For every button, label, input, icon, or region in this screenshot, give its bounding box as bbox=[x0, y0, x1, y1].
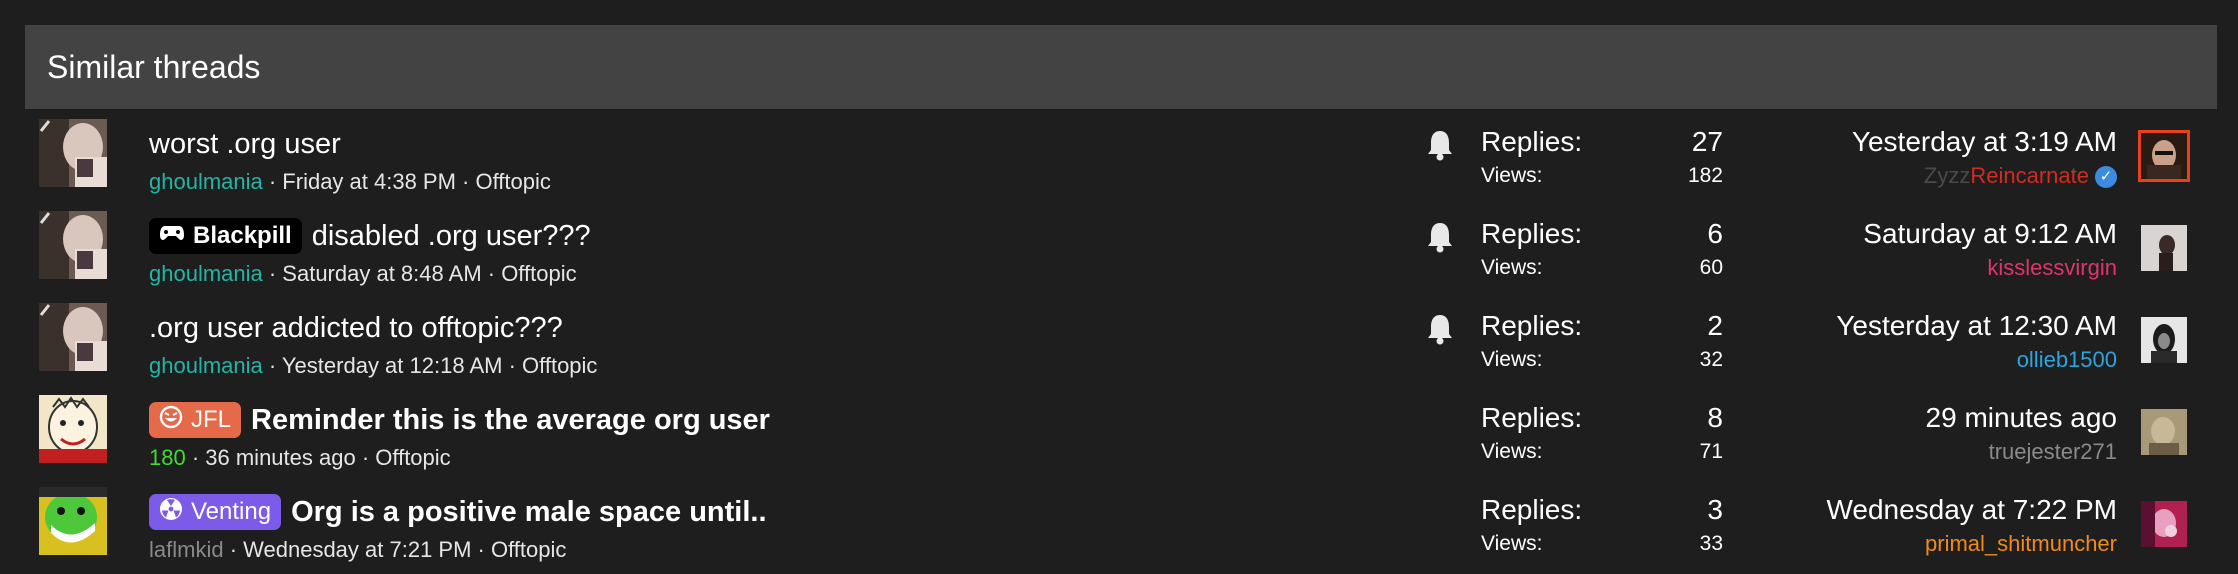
thread-title-link[interactable]: Reminder this is the average org user bbox=[251, 404, 770, 437]
latest-user-avatar[interactable] bbox=[2141, 317, 2187, 363]
replies-label: Replies: bbox=[1481, 494, 1583, 525]
replies-label: Replies: bbox=[1481, 310, 1583, 341]
thread-row[interactable]: .org user addicted to offtopic??? ghoulm… bbox=[25, 293, 2217, 385]
latest-post: Wednesday at 7:22 PM primal_shitmuncher bbox=[1826, 491, 2117, 559]
bell-icon bbox=[1425, 313, 1455, 345]
thread-meta: 180 · 36 minutes ago · Offtopic bbox=[149, 445, 1317, 471]
replies-count: 2 bbox=[1707, 310, 1723, 341]
thread-meta: ghoulmania · Friday at 4:38 PM · Offtopi… bbox=[149, 169, 1317, 195]
latest-date[interactable]: Wednesday at 7:22 PM bbox=[1826, 491, 2117, 529]
replies-label: Replies: bbox=[1481, 218, 1583, 249]
block-title: Similar threads bbox=[47, 48, 261, 85]
thread-meta-text: · 36 minutes ago · Offtopic bbox=[185, 445, 451, 470]
replies-label: Replies: bbox=[1481, 402, 1583, 433]
thread-meta-text: · Wednesday at 7:21 PM · Offtopic bbox=[223, 537, 567, 562]
similar-threads-block: Similar threads worst .org user ghoulman… bbox=[25, 25, 2217, 569]
thread-stats: Replies: 2 Views: 32 bbox=[1481, 307, 1723, 375]
replies-label: Replies: bbox=[1481, 126, 1583, 157]
views-label: Views: bbox=[1481, 164, 1543, 187]
views-count: 33 bbox=[1699, 532, 1723, 555]
prefix-label[interactable]: Blackpill bbox=[149, 218, 302, 254]
author-link[interactable]: ghoulmania bbox=[149, 169, 263, 194]
bell-icon bbox=[1425, 129, 1455, 161]
latest-user-avatar[interactable] bbox=[2141, 225, 2187, 271]
prefix-label[interactable]: Venting bbox=[149, 494, 282, 530]
thread-meta-text: · Saturday at 8:48 AM · Offtopic bbox=[262, 261, 577, 286]
latest-user-part1: Zyzz bbox=[1923, 163, 1971, 188]
views-count: 182 bbox=[1687, 164, 1723, 187]
author-link[interactable]: ghoulmania bbox=[149, 353, 263, 378]
thread-title-link[interactable]: Org is a positive male space until.. bbox=[291, 496, 766, 529]
thread-stats: Replies: 27 Views: 182 bbox=[1481, 123, 1723, 191]
replies-count: 6 bbox=[1707, 218, 1723, 249]
author-link[interactable]: 180 bbox=[149, 445, 186, 470]
radiation-icon bbox=[159, 497, 183, 528]
prefix-label[interactable]: JFL bbox=[149, 402, 242, 438]
latest-user-link[interactable]: ollieb1500 bbox=[1836, 345, 2117, 375]
views-label: Views: bbox=[1481, 256, 1543, 279]
thread-row[interactable]: Blackpill disabled .org user??? ghoulman… bbox=[25, 201, 2217, 293]
author-avatar[interactable] bbox=[39, 303, 107, 371]
thread-stats: Replies: 3 Views: 33 bbox=[1481, 491, 1723, 559]
thread-row[interactable]: worst .org user ghoulmania · Friday at 4… bbox=[25, 109, 2217, 201]
views-label: Views: bbox=[1481, 348, 1543, 371]
author-avatar[interactable] bbox=[39, 211, 107, 279]
gamepad-icon bbox=[159, 222, 185, 250]
prefix-text: Blackpill bbox=[193, 222, 292, 249]
latest-date[interactable]: Yesterday at 3:19 AM bbox=[1852, 123, 2117, 161]
thread-row[interactable]: JFL Reminder this is the average org use… bbox=[25, 385, 2217, 477]
thread-row[interactable]: Venting Org is a positive male space unt… bbox=[25, 477, 2217, 569]
thread-title-link[interactable]: worst .org user bbox=[149, 128, 341, 161]
latest-date[interactable]: 29 minutes ago bbox=[1926, 399, 2117, 437]
thread-meta-text: · Friday at 4:38 PM · Offtopic bbox=[262, 169, 551, 194]
latest-user-link[interactable]: truejester271 bbox=[1926, 437, 2117, 467]
replies-count: 8 bbox=[1707, 402, 1723, 433]
views-label: Views: bbox=[1481, 440, 1543, 463]
latest-post: Saturday at 9:12 AM kisslessvirgin bbox=[1863, 215, 2117, 283]
prefix-text: Venting bbox=[191, 498, 272, 525]
latest-user-avatar[interactable] bbox=[2141, 133, 2187, 179]
latest-user-link[interactable]: ZyzzReincarnate ✓ bbox=[1852, 161, 2117, 191]
verified-badge-icon: ✓ bbox=[2095, 166, 2117, 189]
latest-post: Yesterday at 12:30 AM ollieb1500 bbox=[1836, 307, 2117, 375]
views-count: 60 bbox=[1699, 256, 1723, 279]
thread-title-link[interactable]: disabled .org user??? bbox=[312, 220, 591, 253]
author-avatar[interactable] bbox=[39, 119, 107, 187]
laugh-icon bbox=[159, 405, 183, 436]
replies-count: 27 bbox=[1691, 126, 1723, 157]
views-count: 71 bbox=[1699, 440, 1723, 463]
author-link[interactable]: laflmkid bbox=[149, 537, 224, 562]
thread-title-link[interactable]: .org user addicted to offtopic??? bbox=[149, 312, 563, 345]
block-header: Similar threads bbox=[25, 25, 2217, 109]
prefix-text: JFL bbox=[191, 406, 232, 433]
latest-user-part2: Reincarnate bbox=[1970, 163, 2089, 188]
author-avatar[interactable] bbox=[39, 395, 107, 463]
latest-user-link[interactable]: primal_shitmuncher bbox=[1826, 529, 2117, 559]
bell-icon bbox=[1425, 221, 1455, 253]
thread-meta: ghoulmania · Yesterday at 12:18 AM · Off… bbox=[149, 353, 1317, 379]
replies-count: 3 bbox=[1707, 494, 1723, 525]
latest-date[interactable]: Saturday at 9:12 AM bbox=[1863, 215, 2117, 253]
thread-meta: laflmkid · Wednesday at 7:21 PM · Offtop… bbox=[149, 537, 1317, 563]
latest-post: 29 minutes ago truejester271 bbox=[1926, 399, 2117, 467]
views-count: 32 bbox=[1699, 348, 1723, 371]
latest-user-avatar[interactable] bbox=[2141, 501, 2187, 547]
latest-date[interactable]: Yesterday at 12:30 AM bbox=[1836, 307, 2117, 345]
thread-meta-text: · Yesterday at 12:18 AM · Offtopic bbox=[262, 353, 598, 378]
author-link[interactable]: ghoulmania bbox=[149, 261, 263, 286]
thread-stats: Replies: 6 Views: 60 bbox=[1481, 215, 1723, 283]
latest-user-link[interactable]: kisslessvirgin bbox=[1863, 253, 2117, 283]
latest-post: Yesterday at 3:19 AM ZyzzReincarnate ✓ bbox=[1852, 123, 2117, 191]
thread-meta: ghoulmania · Saturday at 8:48 AM · Offto… bbox=[149, 261, 1317, 287]
latest-user-avatar[interactable] bbox=[2141, 409, 2187, 455]
thread-stats: Replies: 8 Views: 71 bbox=[1481, 399, 1723, 467]
author-avatar[interactable] bbox=[39, 487, 107, 555]
views-label: Views: bbox=[1481, 532, 1543, 555]
